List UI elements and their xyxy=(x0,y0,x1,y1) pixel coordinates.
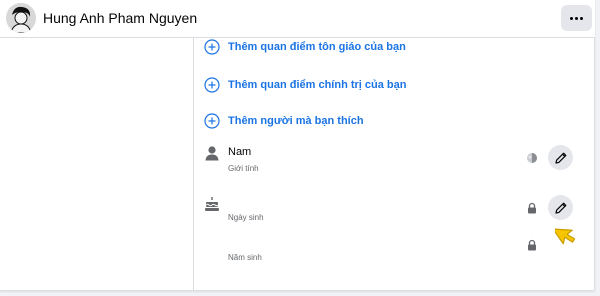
more-options-button[interactable] xyxy=(561,5,592,31)
add-religious-views-link[interactable]: Thêm quan điểm tôn giáo của bạn xyxy=(204,38,406,56)
pencil-icon xyxy=(554,152,566,164)
add-interested-in-label: Thêm người mà bạn thích xyxy=(228,115,364,127)
birthday-label: Ngày sinh xyxy=(228,213,264,222)
about-card: Hung Anh Pham Nguyen Thêm quan điểm tôn … xyxy=(0,0,595,291)
avatar-image-icon xyxy=(6,3,36,33)
person-icon xyxy=(205,146,219,161)
gender-label: Giới tính xyxy=(228,164,259,173)
add-political-views-link[interactable]: Thêm quan điểm chính trị của bạn xyxy=(204,76,406,94)
lock-icon[interactable] xyxy=(526,239,538,251)
add-political-views-label: Thêm quan điểm chính trị của bạn xyxy=(228,79,407,91)
plus-circle-icon xyxy=(204,39,220,55)
gender-value: Nam xyxy=(228,146,252,158)
lock-icon[interactable] xyxy=(526,202,538,214)
avatar[interactable] xyxy=(6,3,36,33)
birthday-cake-icon xyxy=(205,197,219,211)
birth-year-label: Năm sinh xyxy=(228,253,262,262)
pencil-icon xyxy=(554,202,566,214)
add-interested-in-link[interactable]: Thêm người mà bạn thích xyxy=(204,112,364,130)
column-divider xyxy=(193,38,194,291)
edit-birthday-button[interactable] xyxy=(548,195,573,220)
globe-icon[interactable] xyxy=(526,152,538,164)
profile-name[interactable]: Hung Anh Pham Nguyen xyxy=(43,10,197,26)
profile-header: Hung Anh Pham Nguyen xyxy=(0,0,595,38)
plus-circle-icon xyxy=(204,77,220,93)
plus-circle-icon xyxy=(204,113,220,129)
add-religious-views-label: Thêm quan điểm tôn giáo của bạn xyxy=(228,41,406,53)
edit-gender-button[interactable] xyxy=(548,145,573,170)
mouse-cursor-icon xyxy=(555,228,576,245)
more-horizontal-icon xyxy=(570,16,573,20)
